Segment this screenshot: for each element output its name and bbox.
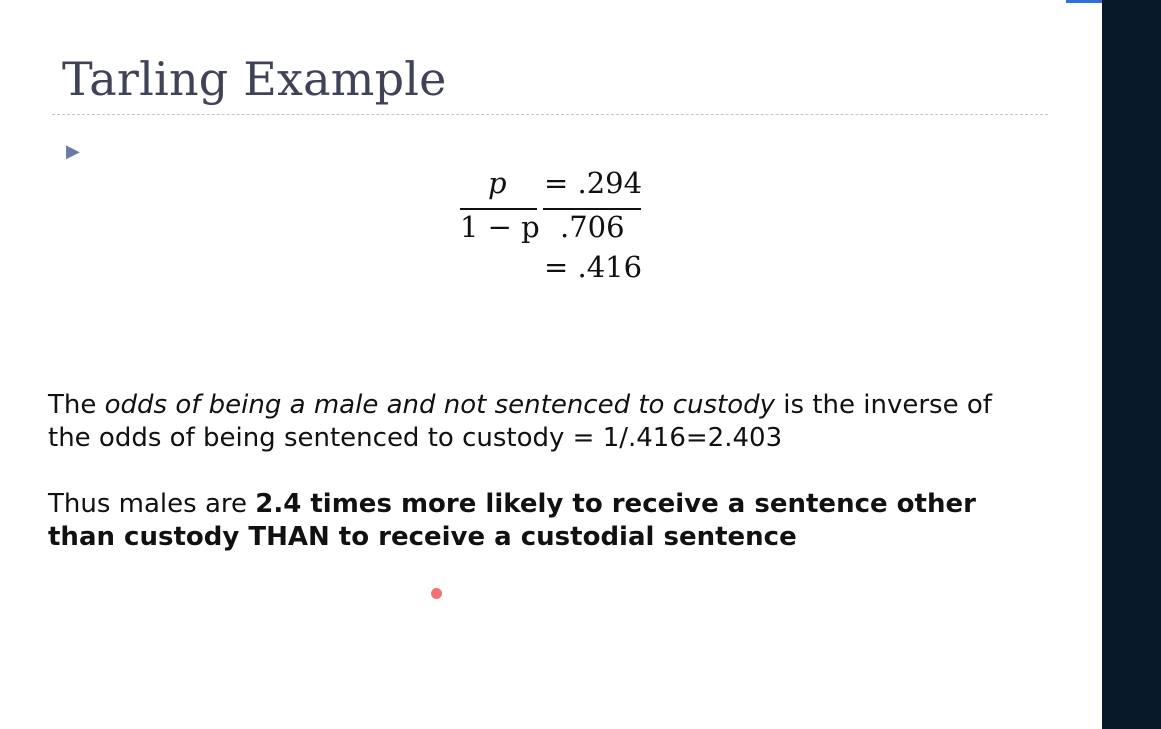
text-suffix: is the inverse of [775,390,992,420]
inverse-odds-line-1: The odds of being a male and not sentenc… [48,389,992,422]
equation-numerator: p [488,166,507,200]
inverse-odds-paragraph: The odds of being a male and not sentenc… [48,389,992,455]
conclusion-bold-2: than custody THAN to receive a custodial… [48,522,797,552]
slide-title: Tarling Example [62,52,447,106]
side-panel [1102,0,1161,729]
conclusion-line-2: than custody THAN to receive a custodial… [48,521,976,554]
inverse-odds-line-2: the odds of being sentenced to custody =… [48,423,783,453]
equation-denominator: 1 − p [460,210,540,244]
conclusion-bold-1: 2.4 times more likely to receive a sente… [255,489,976,519]
slide: Tarling Example ▶ p 1 − p = .294 .706 = … [0,0,1102,729]
conclusion-line-1: Thus males are 2.4 times more likely to … [48,488,976,521]
equation-value-1: = .294 [544,166,643,200]
corner-mark [1066,0,1102,3]
title-divider [52,114,1048,115]
text-prefix: The [48,390,105,420]
equation-result: = .416 [544,250,643,284]
equation-denominator-value: .706 [560,210,625,244]
conclusion-paragraph: Thus males are 2.4 times more likely to … [48,488,976,554]
triangle-right-bullet-icon: ▶ [66,141,80,162]
conclusion-prefix: Thus males are [48,489,256,519]
italic-phrase: odds of being a male and not sentenced t… [104,390,776,420]
laser-pointer-dot [431,588,442,599]
